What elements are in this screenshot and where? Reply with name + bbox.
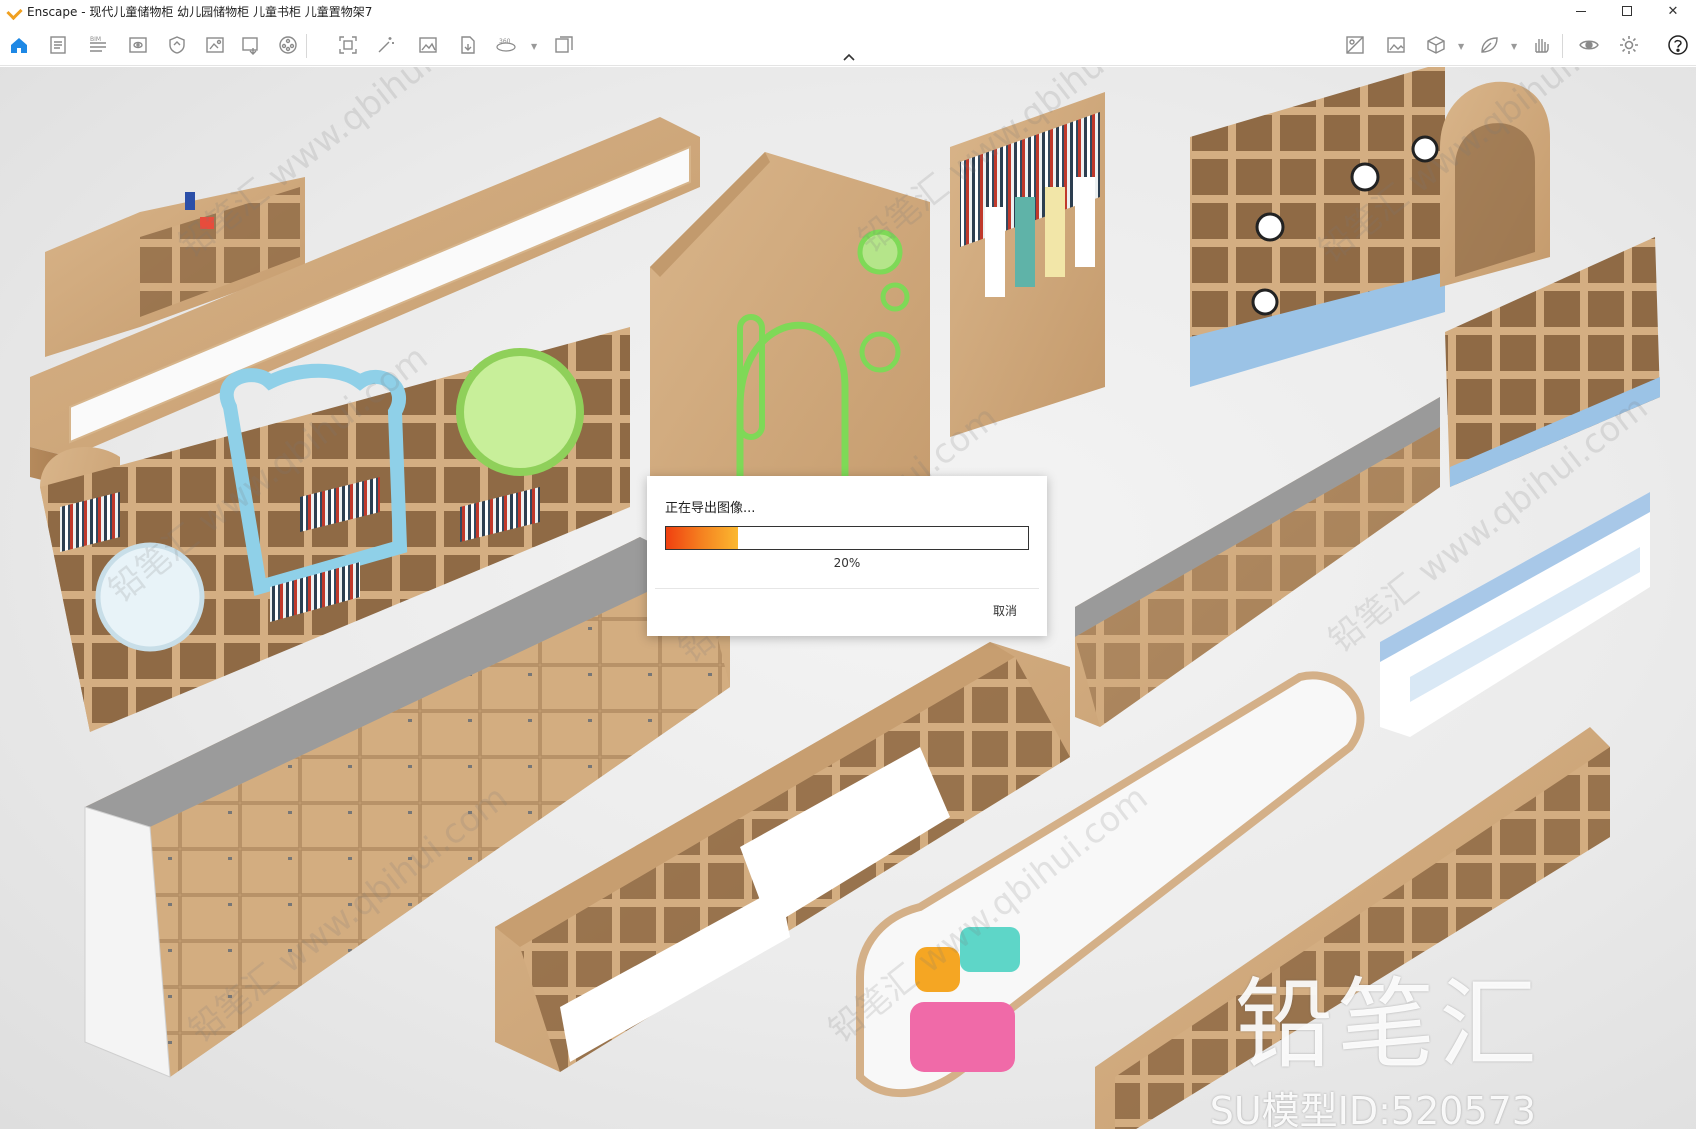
close-button[interactable]: ✕ xyxy=(1650,0,1696,22)
enscape-logo-icon xyxy=(7,4,21,18)
chevron-down-icon[interactable]: ▼ xyxy=(531,42,537,51)
collapse-toolbar-chevron-icon[interactable] xyxy=(842,52,856,62)
bookcase-with-doors xyxy=(950,92,1105,437)
settings-icon[interactable] xyxy=(1618,34,1640,56)
title-bar: Enscape - 现代儿童储物柜 幼儿园储物柜 儿童书柜 儿童置物架7 ✕ xyxy=(0,0,1696,22)
asset-library-icon[interactable] xyxy=(1344,34,1366,56)
export-progress-dialog: 正在导出图像... 20% 取消 xyxy=(647,476,1047,636)
cube-icon[interactable] xyxy=(1425,34,1447,56)
progress-percent-label: 20% xyxy=(833,556,861,570)
blue-white-cabinet xyxy=(1380,492,1650,737)
eye-icon[interactable] xyxy=(1578,34,1600,56)
shield-icon[interactable] xyxy=(166,34,188,56)
chevron-down-icon[interactable]: ▼ xyxy=(1511,42,1517,51)
arched-shelf-right xyxy=(1440,81,1550,287)
video-icon[interactable] xyxy=(277,34,299,56)
panorama-360-icon[interactable]: 360 xyxy=(495,34,517,56)
document-icon[interactable] xyxy=(47,34,69,56)
maximize-icon xyxy=(1622,6,1632,16)
minimize-icon xyxy=(1576,10,1586,12)
window-title: Enscape - 现代儿童储物柜 幼儿园储物柜 儿童书柜 儿童置物架7 xyxy=(27,4,373,19)
minimize-button[interactable] xyxy=(1558,0,1604,22)
toolbar-separator xyxy=(306,34,307,58)
window-controls: ✕ xyxy=(1558,0,1696,22)
file-export-icon[interactable] xyxy=(457,34,479,56)
leaf-icon[interactable] xyxy=(1478,34,1500,56)
batch-export-icon[interactable] xyxy=(553,34,575,56)
bim-icon[interactable]: BIM xyxy=(87,34,109,56)
cubby-shelf-with-faces xyxy=(1190,67,1445,387)
toolbar-separator xyxy=(1562,34,1563,58)
help-icon[interactable] xyxy=(1667,34,1689,56)
gallery-icon[interactable] xyxy=(1385,34,1407,56)
model-id-watermark: SU模型ID:520573 xyxy=(1209,1089,1536,1129)
magic-wand-icon[interactable] xyxy=(375,34,397,56)
preview-window-icon[interactable] xyxy=(127,34,149,56)
image-icon[interactable] xyxy=(417,34,439,56)
svg-text:360: 360 xyxy=(499,38,511,45)
cancel-button[interactable]: 取消 xyxy=(993,602,1017,619)
export-progress-bar xyxy=(665,526,1029,550)
progress-bar-fill xyxy=(666,527,739,549)
home-icon[interactable] xyxy=(8,34,30,56)
screenshot-icon[interactable] xyxy=(337,34,359,56)
maximize-button[interactable] xyxy=(1604,0,1650,22)
dialog-divider xyxy=(655,588,1039,589)
image-export-icon[interactable] xyxy=(204,34,226,56)
svg-text:BIM: BIM xyxy=(90,36,101,43)
brand-watermark: 铅笔汇 xyxy=(1234,968,1541,1082)
dialog-title: 正在导出图像... xyxy=(665,501,756,516)
image-export-alt-icon[interactable] xyxy=(240,34,262,56)
chevron-down-icon[interactable]: ▼ xyxy=(1458,42,1464,51)
hand-icon[interactable] xyxy=(1530,34,1552,56)
